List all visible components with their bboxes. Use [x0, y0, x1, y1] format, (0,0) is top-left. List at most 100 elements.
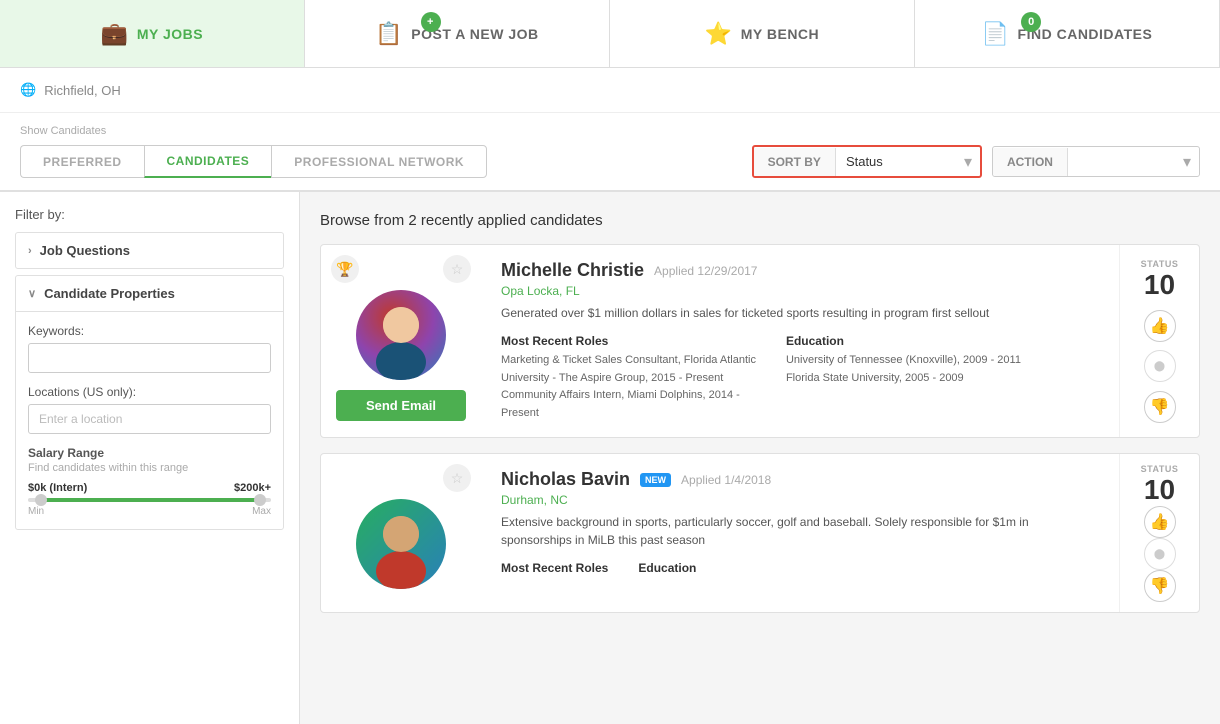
- thumbs-up-nicholas[interactable]: 👍: [1144, 506, 1176, 538]
- clipboard-icon: 📋: [375, 21, 403, 47]
- education-header-nicholas: Education: [638, 561, 696, 575]
- job-questions-chevron: ›: [28, 245, 32, 257]
- status-number-nicholas: 10: [1144, 474, 1175, 506]
- tab-preferred[interactable]: PREFERRED: [20, 145, 144, 178]
- candidate-properties-chevron: ∨: [28, 287, 36, 300]
- two-col-michelle: Most Recent Roles Marketing & Ticket Sal…: [501, 334, 1099, 422]
- action-select[interactable]: Send Email Archive: [1068, 147, 1175, 176]
- nav-my-jobs[interactable]: 💼 MY JOBS: [0, 0, 305, 67]
- avatar-nicholas-svg: [356, 499, 446, 589]
- star-nav-icon: ⭐: [705, 21, 733, 47]
- action-chevron-icon: ▾: [1175, 152, 1199, 172]
- candidate-card-left-michelle: 🏆 ☆ Send Email: [321, 245, 481, 437]
- doc-icon: 📄: [982, 21, 1010, 47]
- filter-candidate-properties: ∨ Candidate Properties Keywords: Locatio…: [15, 275, 284, 530]
- thumbs-up-michelle[interactable]: 👍: [1144, 310, 1176, 342]
- nav-find-candidates[interactable]: 0 📄 FIND CANDIDATES: [915, 0, 1220, 67]
- status-block-michelle: STATUS 10: [1141, 259, 1179, 301]
- applied-date-nicholas: Applied 1/4/2018: [681, 473, 771, 487]
- nav-post-job[interactable]: + 📋 POST A NEW JOB: [305, 0, 610, 67]
- education-header-michelle: Education: [786, 334, 1021, 348]
- applied-date-michelle: Applied 12/29/2017: [654, 264, 757, 278]
- name-row-michelle: Michelle Christie Applied 12/29/2017: [501, 260, 1099, 281]
- send-email-button-michelle[interactable]: Send Email: [336, 390, 466, 421]
- education-col-nicholas: Education: [638, 561, 696, 579]
- status-number-michelle: 10: [1144, 269, 1175, 301]
- keywords-label: Keywords:: [28, 324, 271, 338]
- browse-title: Browse from 2 recently applied candidate…: [320, 212, 1200, 229]
- salary-range-label: Salary Range: [28, 446, 271, 460]
- avatar-michelle-svg: [356, 290, 446, 380]
- candidate-name-nicholas: Nicholas Bavin: [501, 469, 630, 490]
- roles-content-michelle: Marketing & Ticket Sales Consultant, Flo…: [501, 352, 756, 422]
- education-content-michelle: University of Tennessee (Knoxville), 200…: [786, 352, 1021, 387]
- sidebar: Filter by: › Job Questions ∨ Candidate P…: [0, 192, 300, 724]
- job-questions-header[interactable]: › Job Questions: [16, 233, 283, 268]
- tab-professional-network[interactable]: PROFESSIONAL NETWORK: [271, 145, 487, 178]
- salary-slider[interactable]: [28, 498, 271, 502]
- sort-by-select[interactable]: Status Name Date Applied Score: [836, 147, 956, 176]
- candidates-list: Browse from 2 recently applied candidate…: [300, 192, 1220, 724]
- candidate-card-right-michelle: STATUS 10 👍 ⬤ 👎: [1119, 245, 1199, 437]
- avatar-nicholas: [356, 499, 446, 589]
- star-button-nicholas[interactable]: ☆: [443, 464, 471, 492]
- salary-max-label: $200k+: [234, 482, 271, 494]
- status-block-nicholas: STATUS 10: [1141, 464, 1179, 506]
- circle-btn-nicholas[interactable]: ⬤: [1144, 538, 1176, 570]
- post-job-badge: +: [421, 12, 441, 32]
- candidate-properties-body: Keywords: Locations (US only): Salary Ra…: [16, 312, 283, 529]
- nav-my-bench[interactable]: ⭐ MY BENCH: [610, 0, 915, 67]
- candidate-properties-header[interactable]: ∨ Candidate Properties: [16, 276, 283, 312]
- tab-candidates[interactable]: CANDIDATES: [144, 145, 272, 178]
- job-questions-label: Job Questions: [40, 243, 130, 258]
- candidate-summary-michelle: Generated over $1 million dollars in sal…: [501, 304, 1099, 322]
- new-badge-nicholas: NEW: [640, 473, 671, 487]
- candidate-card-right-nicholas: STATUS 10 👍 ⬤ 👎: [1119, 454, 1199, 612]
- briefcase-icon: 💼: [101, 21, 129, 47]
- nav-my-bench-label: MY BENCH: [741, 26, 819, 42]
- top-navigation: 💼 MY JOBS + 📋 POST A NEW JOB ⭐ MY BENCH …: [0, 0, 1220, 68]
- sort-section: SORT BY Status Name Date Applied Score ▾…: [752, 145, 1200, 178]
- slider-min-label: Min: [28, 506, 44, 517]
- tabs-section: Show Candidates PREFERRED CANDIDATES PRO…: [0, 113, 1220, 192]
- candidate-location-michelle: Opa Locka, FL: [501, 284, 1099, 298]
- action-box: ACTION Send Email Archive ▾: [992, 146, 1200, 177]
- candidate-name-michelle: Michelle Christie: [501, 260, 644, 281]
- show-candidates-label: Show Candidates: [20, 125, 1200, 137]
- star-button-michelle[interactable]: ☆: [443, 255, 471, 283]
- action-label: ACTION: [993, 148, 1068, 176]
- filter-job-questions[interactable]: › Job Questions: [15, 232, 284, 269]
- sort-chevron-icon: ▾: [956, 152, 980, 172]
- roles-col-michelle: Most Recent Roles Marketing & Ticket Sal…: [501, 334, 756, 422]
- slider-max-label: Max: [252, 506, 271, 517]
- two-col-nicholas: Most Recent Roles Education: [501, 561, 1099, 579]
- trophy-icon: 🏆: [331, 255, 359, 283]
- filter-by-label: Filter by:: [15, 207, 284, 222]
- status-label-nicholas: STATUS: [1141, 464, 1179, 474]
- main-content: Filter by: › Job Questions ∨ Candidate P…: [0, 192, 1220, 724]
- candidate-card-nicholas: ☆ Nicholas Bavin NEW Applied 1/4/2018: [320, 453, 1200, 613]
- thumbs-down-michelle[interactable]: 👎: [1144, 391, 1176, 423]
- candidate-card-left-nicholas: ☆: [321, 454, 481, 612]
- salary-sub-label: Find candidates within this range: [28, 462, 271, 474]
- candidate-location-nicholas: Durham, NC: [501, 493, 1099, 507]
- sort-by-label: SORT BY: [754, 148, 836, 176]
- location-input[interactable]: [28, 404, 271, 434]
- thumbs-down-nicholas[interactable]: 👎: [1144, 570, 1176, 602]
- avatar-michelle: [356, 290, 446, 380]
- globe-icon: 🌐: [20, 82, 36, 98]
- salary-min-label: $0k (Intern): [28, 482, 87, 494]
- nav-my-jobs-label: MY JOBS: [137, 26, 203, 42]
- roles-header-michelle: Most Recent Roles: [501, 334, 756, 348]
- tab-group: PREFERRED CANDIDATES PROFESSIONAL NETWOR…: [20, 145, 487, 178]
- sub-header: 🌐 Richfield, OH: [0, 68, 1220, 113]
- candidate-card: 🏆 ☆ Send Email Michelle Christie Applied…: [320, 244, 1200, 438]
- circle-btn-michelle[interactable]: ⬤: [1144, 350, 1176, 382]
- status-label-michelle: STATUS: [1141, 259, 1179, 269]
- sort-by-box: SORT BY Status Name Date Applied Score ▾: [752, 145, 982, 178]
- candidate-body-nicholas: Nicholas Bavin NEW Applied 1/4/2018 Durh…: [481, 454, 1119, 612]
- keywords-input[interactable]: [28, 343, 271, 373]
- candidate-properties-label: Candidate Properties: [44, 286, 175, 301]
- education-col-michelle: Education University of Tennessee (Knoxv…: [786, 334, 1021, 422]
- roles-col-nicholas: Most Recent Roles: [501, 561, 608, 579]
